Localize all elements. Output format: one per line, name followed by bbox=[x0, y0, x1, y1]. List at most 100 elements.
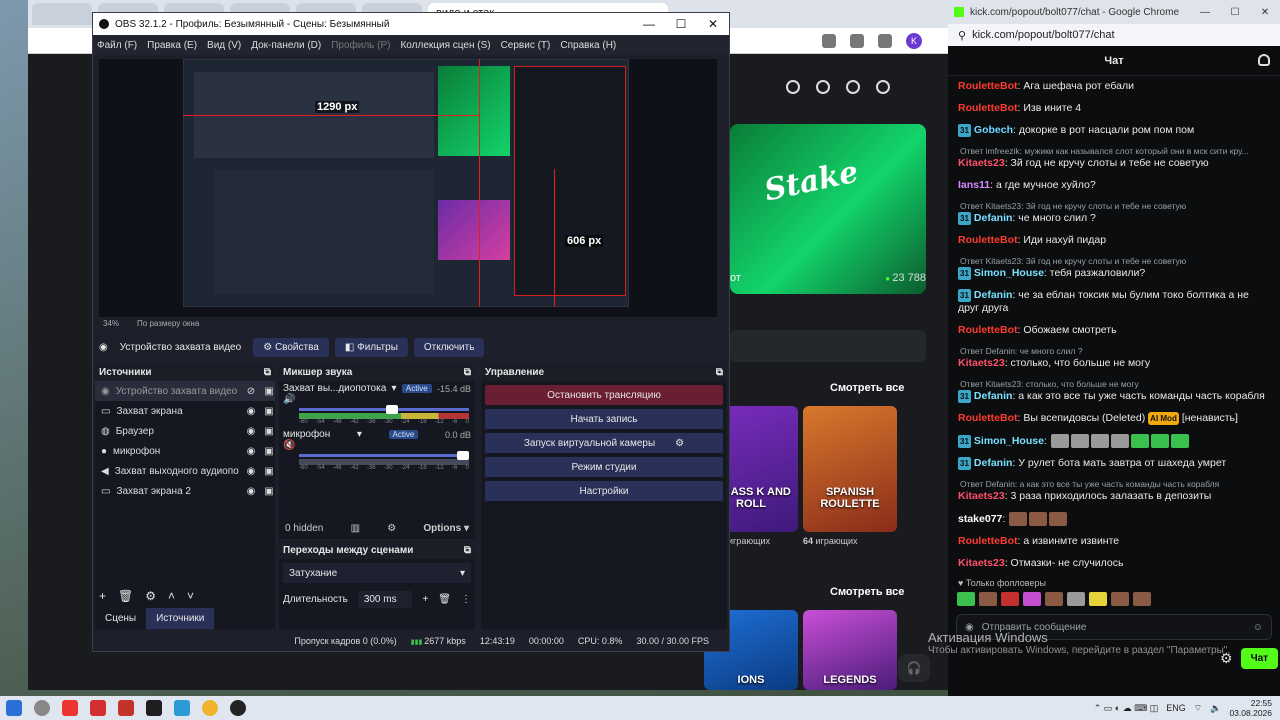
reply-context[interactable]: Ответ Defanin: а как это все ты уже част… bbox=[960, 479, 1270, 489]
see-all-link[interactable]: Смотреть все bbox=[830, 586, 904, 598]
menu-edit[interactable]: Правка (E) bbox=[147, 40, 197, 51]
virtual-camera-button[interactable]: Запуск виртуальной камеры ⚙ bbox=[485, 433, 723, 453]
chrome-icon[interactable] bbox=[202, 700, 218, 716]
emoji-icon[interactable]: ☺ bbox=[1253, 622, 1263, 633]
emote[interactable] bbox=[1045, 592, 1063, 606]
preview-selected-source[interactable] bbox=[514, 66, 626, 296]
duration-input[interactable]: 300 ms bbox=[357, 591, 413, 608]
emote[interactable] bbox=[1067, 592, 1085, 606]
emote[interactable] bbox=[1110, 434, 1129, 448]
emote[interactable] bbox=[1029, 512, 1048, 526]
lock-icon[interactable]: ▣ bbox=[263, 466, 275, 477]
chat-username[interactable]: RouletteBot bbox=[958, 102, 1018, 114]
channel-name[interactable]: микрофон bbox=[283, 429, 330, 440]
gear-icon[interactable]: ⚙ bbox=[675, 438, 684, 449]
network-icon[interactable]: ⌔ bbox=[1194, 703, 1202, 714]
menu-docks[interactable]: Док-панели (D) bbox=[251, 40, 321, 51]
chat-username[interactable]: Defanin bbox=[974, 457, 1013, 469]
volume-slider[interactable] bbox=[299, 451, 469, 460]
chat-username[interactable]: Kitaets23 bbox=[958, 490, 1005, 502]
emote[interactable] bbox=[1111, 592, 1129, 606]
chat-username[interactable]: Ians11 bbox=[958, 179, 990, 191]
undock-icon[interactable]: ⧉ bbox=[464, 545, 471, 556]
see-all-link[interactable]: Смотреть все bbox=[830, 382, 904, 394]
clock[interactable]: 22:55 03.08.2026 bbox=[1229, 698, 1272, 718]
slider-knob[interactable] bbox=[457, 451, 469, 460]
chat-username[interactable]: RouletteBot bbox=[958, 535, 1018, 547]
reply-context[interactable]: Ответ imfreezik: мужики как назывался сл… bbox=[960, 146, 1270, 156]
lock-icon[interactable]: ▣ bbox=[263, 386, 275, 397]
studio-mode-button[interactable]: Режим студии bbox=[485, 457, 723, 477]
menu-scene-collection[interactable]: Коллекция сцен (S) bbox=[400, 40, 490, 51]
search-icon[interactable] bbox=[786, 80, 800, 94]
start-recording-button[interactable]: Начать запись bbox=[485, 409, 723, 429]
minimize-icon[interactable]: — bbox=[633, 17, 665, 31]
stake-channel-name[interactable]: от bbox=[730, 272, 741, 284]
emote[interactable] bbox=[1023, 592, 1041, 606]
puzzle-icon[interactable] bbox=[878, 33, 892, 48]
emote[interactable] bbox=[1089, 592, 1107, 606]
disable-button[interactable]: Отключить bbox=[413, 337, 485, 357]
emote[interactable] bbox=[1009, 512, 1028, 526]
lock-icon[interactable]: ▣ bbox=[263, 446, 275, 457]
emote[interactable] bbox=[1090, 434, 1109, 448]
chat-username[interactable]: Defanin bbox=[974, 289, 1013, 301]
chat-username[interactable]: RouletteBot bbox=[958, 324, 1018, 336]
language-indicator[interactable]: ENG bbox=[1166, 703, 1186, 713]
site-info-icon[interactable]: ⚲ bbox=[958, 29, 966, 42]
emote[interactable] bbox=[1150, 434, 1169, 448]
extension-icon[interactable] bbox=[850, 33, 864, 48]
source-item[interactable]: ▭ Захват экрана ◉ ▣ bbox=[95, 401, 275, 421]
chat-username[interactable]: Defanin bbox=[974, 390, 1013, 402]
slider-knob[interactable] bbox=[385, 405, 398, 414]
source-item[interactable]: ◀ Захват выходного аудиопотс ◉ ▣ bbox=[95, 461, 275, 481]
move-down-icon[interactable]: ˅ bbox=[187, 589, 194, 603]
visibility-eye-icon[interactable]: ◉ bbox=[245, 426, 257, 437]
game-card[interactable]: SPANISH ROULETTE bbox=[803, 406, 897, 532]
stake-stream-thumbnail[interactable]: Stake bbox=[730, 124, 926, 294]
emote[interactable] bbox=[1130, 434, 1149, 448]
move-up-icon[interactable]: ˄ bbox=[168, 589, 175, 603]
close-icon[interactable]: ✕ bbox=[1250, 7, 1280, 18]
emote[interactable] bbox=[979, 592, 997, 606]
undock-icon[interactable]: ⧉ bbox=[264, 367, 271, 378]
emote[interactable] bbox=[1050, 434, 1069, 448]
reply-context[interactable]: Ответ Kitaets23: Зй год не кручу слоты и… bbox=[960, 256, 1270, 266]
layout-icon[interactable]: ▥ bbox=[351, 523, 360, 534]
settings-icon[interactable]: ⚙ bbox=[387, 523, 396, 534]
options-button[interactable]: Options ▾ bbox=[423, 523, 469, 534]
emote[interactable] bbox=[1133, 592, 1151, 606]
reply-context[interactable]: Ответ Kitaets23: Зй год не кручу слоты и… bbox=[960, 201, 1270, 211]
visibility-eye-icon[interactable]: ◉ bbox=[245, 446, 257, 457]
chevron-down-icon[interactable]: ▾ bbox=[357, 429, 362, 440]
chat-username[interactable]: Gobech bbox=[974, 124, 1013, 136]
obs-preview[interactable]: 1290 px 606 px bbox=[99, 59, 717, 317]
chat-username[interactable]: Defanin bbox=[974, 212, 1013, 224]
lock-icon[interactable]: ▣ bbox=[263, 406, 275, 417]
trash-icon[interactable]: 🗑 bbox=[438, 594, 451, 605]
chat-username[interactable]: RouletteBot bbox=[958, 412, 1018, 424]
visibility-eye-icon[interactable]: ⊘ bbox=[245, 386, 257, 397]
filters-button[interactable]: ◧ Фильтры bbox=[334, 337, 408, 357]
chat-username[interactable]: RouletteBot bbox=[958, 234, 1018, 246]
muted-speaker-icon[interactable]: 🔇 bbox=[283, 440, 295, 451]
game-card[interactable]: LEGENDS bbox=[803, 610, 897, 690]
yandex-icon[interactable] bbox=[62, 700, 78, 716]
source-item[interactable]: ▭ Захват экрана 2 ◉ ▣ bbox=[95, 481, 275, 501]
menu-view[interactable]: Вид (V) bbox=[207, 40, 241, 51]
chat-username[interactable]: Simon_House bbox=[974, 267, 1044, 279]
chat-username[interactable]: Kitaets23 bbox=[958, 557, 1005, 569]
source-item[interactable]: ◉ Устройство захвата видео ⊘ ▣ bbox=[95, 381, 275, 401]
send-chat-button[interactable]: Чат bbox=[1240, 648, 1279, 669]
source-item[interactable]: ◍ Браузер ◉ ▣ bbox=[95, 421, 275, 441]
undock-icon[interactable]: ⧉ bbox=[716, 367, 723, 378]
sidebar-toggle-icon[interactable] bbox=[876, 80, 890, 94]
menu-tools[interactable]: Сервис (T) bbox=[501, 40, 551, 51]
chat-username[interactable]: Simon_House bbox=[974, 435, 1044, 447]
emote[interactable] bbox=[957, 592, 975, 606]
headset-icon[interactable]: 🎧 bbox=[898, 654, 930, 682]
browser-tab[interactable] bbox=[32, 3, 92, 25]
emote[interactable] bbox=[1049, 512, 1068, 526]
edge-icon[interactable] bbox=[174, 700, 190, 716]
lock-icon[interactable]: ▣ bbox=[263, 486, 275, 497]
